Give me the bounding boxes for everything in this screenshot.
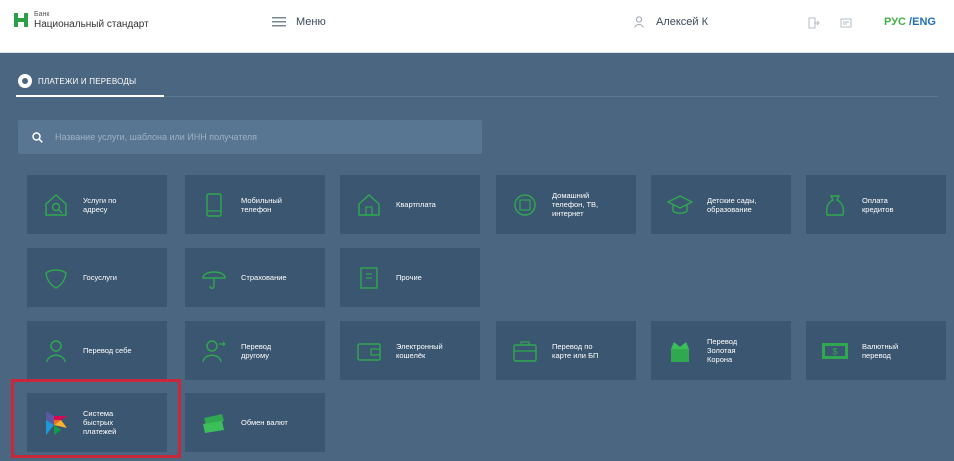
tab-label: ПЛАТЕЖИ И ПЕРЕВОДЫ [38, 76, 137, 86]
user-icon [634, 16, 644, 28]
crown-gift-icon [665, 336, 695, 366]
tile-address-services[interactable]: Услуги по адресу [27, 175, 167, 234]
house-search-icon [41, 190, 71, 220]
tile-label: Детские сады, образование [707, 195, 757, 214]
language-switch[interactable]: РУС /ENG [884, 16, 936, 28]
accessibility-icon[interactable] [840, 17, 852, 29]
search-input[interactable] [53, 131, 437, 143]
tile-other[interactable]: Прочие [340, 248, 480, 307]
tile-label: Квартплата [396, 200, 436, 209]
bank-logo[interactable]: Банк Национальный стандарт [14, 10, 149, 30]
menu-label: Меню [296, 16, 326, 28]
document-icon [354, 263, 384, 293]
tile-currency-transfer[interactable]: $ Валютный перевод [806, 321, 946, 380]
person-transfer-icon [199, 336, 229, 366]
tile-transfer-to-self[interactable]: Перевод себе [27, 321, 167, 380]
tile-home-phone-tv-internet[interactable]: Домашний телефон, ТВ, интернет [496, 175, 636, 234]
tab-active-underline [16, 95, 164, 97]
tile-label: Перевод себе [83, 346, 132, 355]
menu-button[interactable]: Меню [272, 16, 326, 28]
tile-label: Перевод по карте или БП [552, 341, 599, 360]
tile-label: Электронный кошелёк [396, 341, 443, 360]
tile-mobile-phone[interactable]: Мобильный телефон [185, 175, 325, 234]
hamburger-icon [272, 17, 286, 27]
bank-logo-icon [14, 13, 28, 27]
logo-main-text: Национальный стандарт [34, 19, 149, 30]
tile-label: Обмен валют [241, 418, 288, 427]
tile-e-wallet[interactable]: Электронный кошелёк [340, 321, 480, 380]
globe-phone-icon [510, 190, 540, 220]
lang-en[interactable]: ENG [912, 16, 936, 28]
emblem-icon [41, 263, 71, 293]
tile-label: Валютный перевод [862, 341, 899, 360]
tile-golden-crown-transfer[interactable]: Перевод Золотая Корона [651, 321, 791, 380]
tile-card-transfer[interactable]: Перевод по карте или БП [496, 321, 636, 380]
tile-loan-payment[interactable]: Оплата кредитов [806, 175, 946, 234]
mobile-phone-icon [199, 190, 229, 220]
search-bar[interactable] [18, 120, 482, 154]
svg-text:$: $ [832, 346, 837, 356]
currency-exchange-icon [199, 408, 229, 438]
briefcase-card-icon [510, 336, 540, 366]
top-header: Банк Национальный стандарт Меню Алексей … [0, 0, 954, 53]
person-icon [41, 336, 71, 366]
tile-label: Перевод Золотая Корона [707, 337, 738, 364]
tile-rent[interactable]: Квартплата [340, 175, 480, 234]
tile-label: Госуслуги [83, 273, 117, 282]
tile-kindergartens-education[interactable]: Детские сады, образование [651, 175, 791, 234]
tile-gosuslugi[interactable]: Госуслуги [27, 248, 167, 307]
graduation-cap-icon [665, 190, 695, 220]
tile-label: Домашний телефон, ТВ, интернет [552, 191, 599, 218]
tile-label: Перевод другому [241, 341, 272, 360]
user-name: Алексей К [656, 16, 709, 28]
tile-label: Услуги по адресу [83, 195, 117, 214]
tile-currency-exchange[interactable]: Обмен валют [185, 393, 325, 452]
highlight-frame [11, 379, 181, 458]
tile-label: Оплата кредитов [862, 195, 894, 214]
lang-ru[interactable]: РУС [884, 16, 906, 28]
search-icon [32, 131, 43, 143]
tab-payments-transfers[interactable]: ПЛАТЕЖИ И ПЕРЕВОДЫ [18, 74, 136, 88]
umbrella-icon [199, 263, 229, 293]
tile-transfer-to-other[interactable]: Перевод другому [185, 321, 325, 380]
wallet-icon [354, 336, 384, 366]
tile-insurance[interactable]: Страхование [185, 248, 325, 307]
banknote-icon: $ [820, 336, 850, 366]
tile-label: Прочие [396, 273, 422, 282]
tile-label: Страхование [241, 273, 287, 282]
tab-indicator-icon [18, 74, 32, 88]
house-icon [354, 190, 384, 220]
user-profile[interactable]: Алексей К [634, 16, 708, 28]
money-bag-icon [820, 190, 850, 220]
tile-label: Мобильный телефон [241, 195, 282, 214]
logout-icon[interactable] [808, 17, 820, 29]
